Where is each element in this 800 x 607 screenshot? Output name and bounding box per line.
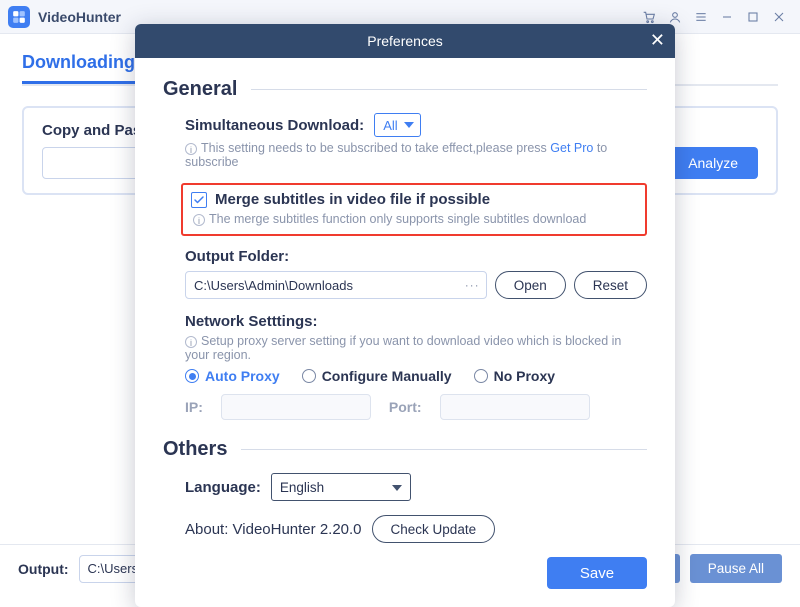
radio-auto-proxy[interactable]: Auto Proxy	[185, 368, 280, 384]
tab-downloading[interactable]: Downloading	[22, 52, 135, 84]
merge-highlight: Merge subtitles in video file if possibl…	[181, 183, 647, 236]
analyze-button[interactable]: Analyze	[668, 147, 758, 179]
preferences-modal: Preferences ✕ General Simultaneous Downl…	[135, 24, 675, 607]
get-pro-link[interactable]: Get Pro	[550, 141, 593, 155]
port-input[interactable]	[440, 394, 590, 420]
language-select[interactable]: English	[271, 473, 411, 501]
simdl-label: Simultaneous Download:	[185, 117, 364, 134]
info-icon: i	[185, 143, 197, 155]
simdl-select[interactable]: All	[374, 113, 420, 137]
ip-input[interactable]	[221, 394, 371, 420]
minimize-icon[interactable]	[714, 4, 740, 30]
check-update-button[interactable]: Check Update	[372, 515, 496, 543]
merge-hint: iThe merge subtitles function only suppo…	[193, 212, 637, 226]
network-hint: iSetup proxy server setting if you want …	[185, 334, 647, 362]
menu-icon[interactable]	[688, 4, 714, 30]
save-button[interactable]: Save	[547, 557, 647, 589]
port-label: Port:	[389, 399, 422, 415]
app-logo-icon	[8, 6, 30, 28]
section-others: Others	[163, 438, 647, 461]
info-icon: i	[185, 336, 197, 348]
modal-header: Preferences ✕	[135, 24, 675, 58]
about-label: About: VideoHunter 2.20.0	[185, 521, 362, 538]
merge-label: Merge subtitles in video file if possibl…	[215, 191, 490, 208]
maximize-icon[interactable]	[740, 4, 766, 30]
modal-close-icon[interactable]: ✕	[650, 31, 665, 49]
pause-all-button[interactable]: Pause All	[690, 554, 782, 583]
close-icon[interactable]	[766, 4, 792, 30]
simdl-hint: iThis setting needs to be subscribed to …	[185, 141, 647, 169]
output-folder-label: Output Folder:	[185, 248, 647, 265]
info-icon: i	[193, 214, 205, 226]
radio-no-proxy[interactable]: No Proxy	[474, 368, 555, 384]
reset-button[interactable]: Reset	[574, 271, 647, 299]
output-label: Output:	[18, 561, 69, 577]
language-label: Language:	[185, 479, 261, 496]
modal-title: Preferences	[367, 33, 442, 49]
section-general: General	[163, 78, 647, 101]
network-label: Network Setttings:	[185, 313, 647, 330]
open-button[interactable]: Open	[495, 271, 566, 299]
browse-icon[interactable]: ···	[465, 278, 480, 292]
merge-checkbox[interactable]	[191, 192, 207, 208]
radio-configure-manually[interactable]: Configure Manually	[302, 368, 452, 384]
app-title: VideoHunter	[38, 9, 121, 25]
output-folder-input[interactable]: C:\Users\Admin\Downloads ···	[185, 271, 487, 299]
ip-label: IP:	[185, 399, 203, 415]
